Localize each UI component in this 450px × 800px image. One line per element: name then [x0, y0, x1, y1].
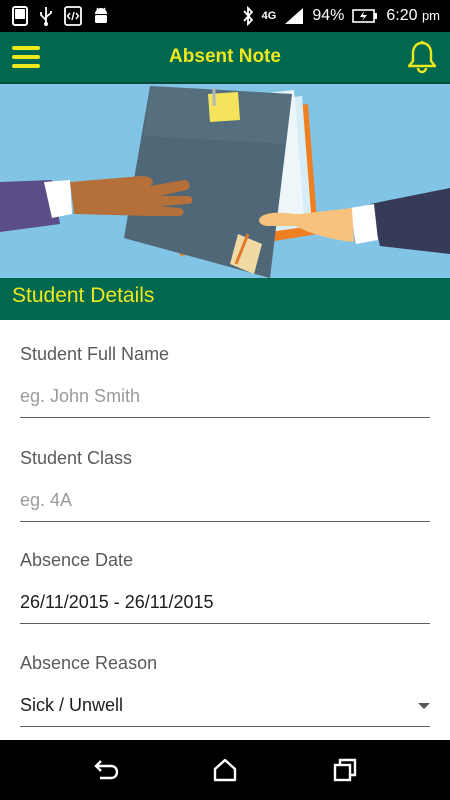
- back-icon: [94, 760, 119, 780]
- network-type: 4G: [261, 10, 277, 22]
- home-button[interactable]: [211, 756, 239, 784]
- student-details-header: Student Details: [0, 278, 450, 321]
- phone-icon: [12, 6, 28, 26]
- bell-icon: [407, 40, 437, 74]
- menu-button[interactable]: [12, 44, 40, 70]
- document-handover-illustration: [0, 84, 450, 278]
- developer-icon: [64, 6, 82, 26]
- battery-charging-icon: [352, 9, 378, 23]
- student-name-field: Student Full Name eg. John Smith: [20, 344, 430, 418]
- clock-suffix: pm: [421, 8, 440, 23]
- hero-illustration: [0, 84, 450, 278]
- recent-apps-icon: [333, 758, 357, 782]
- home-icon: [213, 758, 237, 782]
- bluetooth-icon: [242, 6, 253, 26]
- app-bar: Absent Note: [0, 32, 450, 84]
- student-name-input[interactable]: eg. John Smith: [20, 386, 430, 418]
- hamburger-menu-icon: [12, 46, 40, 68]
- usb-icon: [40, 7, 52, 26]
- absence-date-label: Absence Date: [20, 550, 134, 570]
- absence-reason-select[interactable]: Sick / Unwell: [20, 695, 430, 727]
- absence-date-input[interactable]: 26/11/2015 - 26/11/2015: [20, 592, 430, 624]
- navigation-bar: [0, 740, 450, 800]
- absence-reason-field: Absence Reason Sick / Unwell: [20, 653, 430, 727]
- status-bar: 4G 94% 6:20 pm: [0, 0, 450, 32]
- student-class-input[interactable]: eg. 4A: [20, 490, 430, 522]
- android-icon: [95, 7, 107, 23]
- back-button[interactable]: [91, 756, 119, 784]
- recent-apps-button[interactable]: [331, 756, 359, 784]
- student-class-field: Student Class eg. 4A: [20, 448, 430, 522]
- app-title: Absent Note: [169, 46, 281, 67]
- signal-icon: [285, 8, 304, 24]
- battery-percent: 94%: [312, 7, 345, 24]
- dropdown-arrow-icon: [418, 703, 430, 709]
- absence-date-field: Absence Date 26/11/2015 - 26/11/2015: [20, 550, 430, 624]
- clock-time: 6:20: [386, 7, 418, 24]
- absence-reason-label: Absence Reason: [20, 653, 158, 673]
- notifications-button[interactable]: [406, 40, 438, 74]
- absence-reason-value: Sick / Unwell: [20, 695, 124, 715]
- student-details-form: Student Full Name eg. John Smith Student…: [0, 320, 450, 740]
- clock: 6:20 pm: [386, 7, 440, 25]
- student-class-label: Student Class: [20, 448, 133, 468]
- student-name-label: Student Full Name: [20, 344, 170, 364]
- section-title: Student Details: [12, 284, 155, 307]
